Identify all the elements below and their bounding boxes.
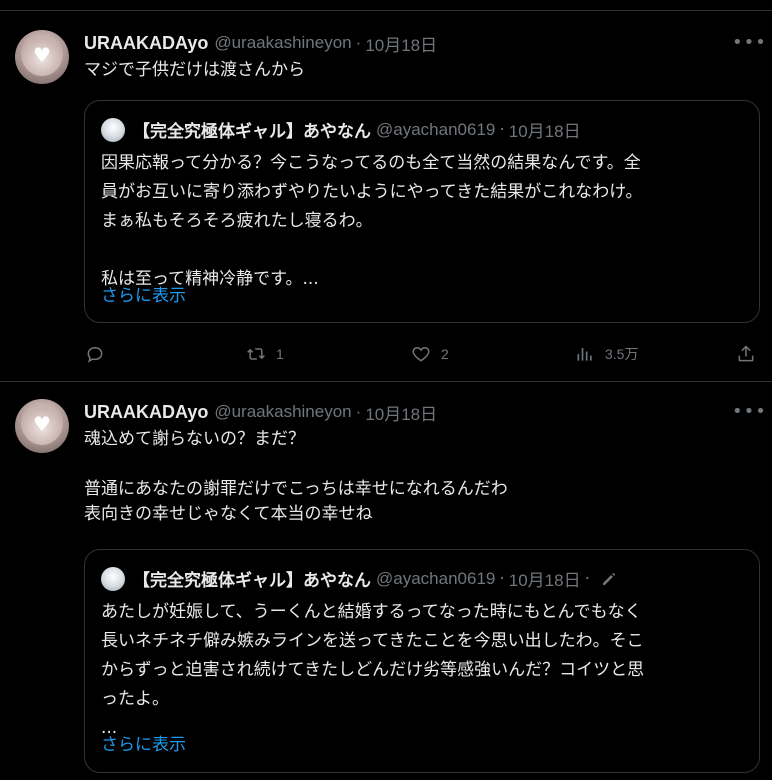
retweet-icon <box>247 348 265 360</box>
quote-date: 10月18日 <box>508 571 581 590</box>
quote-user-handle: @ayachan0619 <box>376 568 496 588</box>
separator-dot: · <box>355 402 362 421</box>
quote-date: 10月18日 <box>508 122 581 141</box>
reply-icon <box>87 346 103 363</box>
avatar[interactable]: ♥ <box>15 30 69 84</box>
heart-sticker-icon: ♥ <box>33 412 51 436</box>
separator-dot: · <box>584 568 590 589</box>
tweet-text: 魂込めて謝らないの？まだ？ 普通にあなたの謝罪だけでこっちは幸せになれるんだわ … <box>84 429 508 524</box>
tweet-text: マジで子供だけは渡さんから <box>84 60 305 80</box>
avatar <box>101 566 125 591</box>
avatar[interactable]: ♥ <box>15 399 69 453</box>
separator-dot: · <box>499 119 505 140</box>
quote-tweet[interactable]: 【完全究極体ギャル】あやなん @ayachan0619 · 10月18日 因果応… <box>84 100 760 323</box>
quote-user-handle: @ayachan0619 <box>376 119 496 139</box>
more-horizontal-icon[interactable]: ••• <box>732 402 766 422</box>
separator-dot: · <box>499 568 505 589</box>
like-count: 2 <box>441 346 449 362</box>
show-more-link[interactable]: さらに表示 <box>101 730 186 755</box>
quote-text: あたしが妊娠して、うーくんと結婚するってなった時にもとんでもなく 長いネチネチ僻… <box>101 602 645 738</box>
tweet-date[interactable]: 10月18日 <box>365 31 437 56</box>
tweet[interactable]: ♥ URAAKADAyo @uraakashineyon · 10月18日 ••… <box>0 11 772 382</box>
like-button[interactable]: 2 <box>411 342 449 366</box>
user-name[interactable]: URAAKADAyo <box>84 402 208 423</box>
user-name[interactable]: URAAKADAyo <box>84 33 208 54</box>
user-handle[interactable]: @uraakashineyon <box>214 33 351 53</box>
timeline: ♥ URAAKADAyo @uraakashineyon · 10月18日 ••… <box>0 0 772 780</box>
tweet-actions: 1 2 3.5万 <box>84 342 764 366</box>
quote-header: 【完全究極体ギャル】あやなん @ayachan0619 · 10月18日 · <box>101 566 618 591</box>
tweet[interactable]: ♥ URAAKADAyo @uraakashineyon · 10月18日 ••… <box>0 383 772 780</box>
heart-icon <box>412 346 430 362</box>
quote-header: 【完全究極体ギャル】あやなん @ayachan0619 · 10月18日 <box>101 117 581 142</box>
more-horizontal-icon[interactable]: ••• <box>732 33 766 53</box>
views-icon <box>577 348 592 361</box>
retweet-count: 1 <box>276 346 284 362</box>
quote-text: 因果応報って分かる？今こうなってるのも全て当然の結果なんです。全 員がお互いに寄… <box>101 153 643 289</box>
quote-user-name: 【完全究極体ギャル】あやなん <box>133 571 371 591</box>
retweet-button[interactable]: 1 <box>246 342 284 366</box>
views-button[interactable]: 3.5万 <box>575 342 638 366</box>
quote-user-name: 【完全究極体ギャル】あやなん <box>133 122 371 142</box>
share-button[interactable] <box>736 342 756 366</box>
quote-tweet[interactable]: 【完全究極体ギャル】あやなん @ayachan0619 · 10月18日 · あ… <box>84 549 760 773</box>
avatar <box>101 117 125 142</box>
tweet-header: URAAKADAyo @uraakashineyon · 10月18日 <box>84 30 437 56</box>
user-handle[interactable]: @uraakashineyon <box>214 402 351 422</box>
show-more-link[interactable]: さらに表示 <box>101 281 186 306</box>
edit-icon <box>603 572 615 585</box>
reply-button[interactable] <box>85 342 115 366</box>
tweet-header: URAAKADAyo @uraakashineyon · 10月18日 <box>84 399 437 425</box>
share-icon <box>738 345 754 362</box>
views-count: 3.5万 <box>605 346 639 362</box>
heart-sticker-icon: ♥ <box>33 43 51 67</box>
separator-dot: · <box>355 33 362 52</box>
tweet-date[interactable]: 10月18日 <box>365 400 437 425</box>
